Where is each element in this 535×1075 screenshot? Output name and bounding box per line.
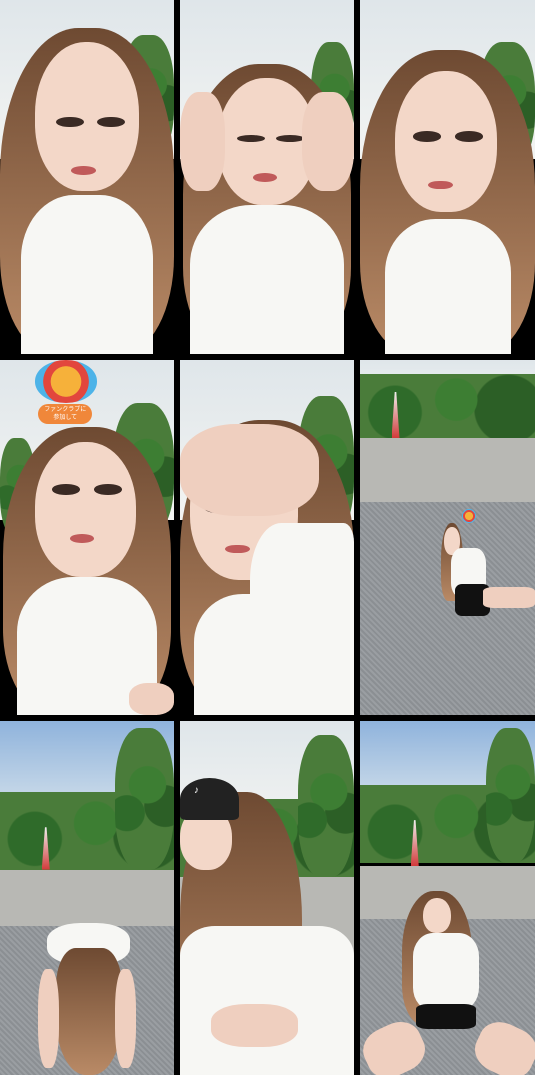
right-hand [301,92,354,192]
fan-club-caption[interactable]: ファンクラブに 参加して [38,404,93,425]
face [423,898,451,934]
shirt [384,219,511,354]
left-eye [55,116,84,128]
right-eye [93,484,122,495]
frame-2 [180,0,354,354]
tree [114,728,174,870]
mouth [428,180,453,190]
shorts [416,1004,476,1029]
frame-6 [360,360,535,715]
left-eye [52,484,81,495]
frame-7 [0,721,174,1075]
legs [482,587,535,609]
frame-9 [360,721,535,1075]
right-leg [114,968,136,1068]
tree-line [360,374,535,439]
hair-clip-icon [461,509,476,524]
left-eye [237,134,266,142]
frame-5 [180,360,354,715]
tree [486,728,535,863]
shirt [193,594,316,715]
shirt [20,194,154,354]
black-cap [180,777,240,821]
left-eye [412,130,441,142]
plaza-path [360,438,535,502]
hair-hanging-down [55,947,122,1075]
hands [211,1004,299,1047]
left-hand [180,92,226,192]
shirt [180,926,354,1075]
frame-1 [0,0,174,354]
face [34,441,136,577]
hand [128,683,174,715]
music-note-icon: ♪ [193,784,199,796]
hand-on-forehead [180,423,320,517]
collage-grid: ファンクラブに 参加して ♪ [0,0,535,1075]
shirt [190,205,344,354]
face [395,70,497,213]
frame-3 [360,0,535,354]
frame-8: ♪ [180,721,354,1075]
tree [298,735,354,877]
left-leg [38,968,60,1068]
fan-club-sticker-icon[interactable] [34,360,98,403]
right-eye [454,130,483,142]
frame-4: ファンクラブに 参加して [0,360,174,715]
shirt [412,933,479,1012]
right-eye [275,134,304,142]
mouth [69,533,94,543]
plaza-path [0,869,174,927]
